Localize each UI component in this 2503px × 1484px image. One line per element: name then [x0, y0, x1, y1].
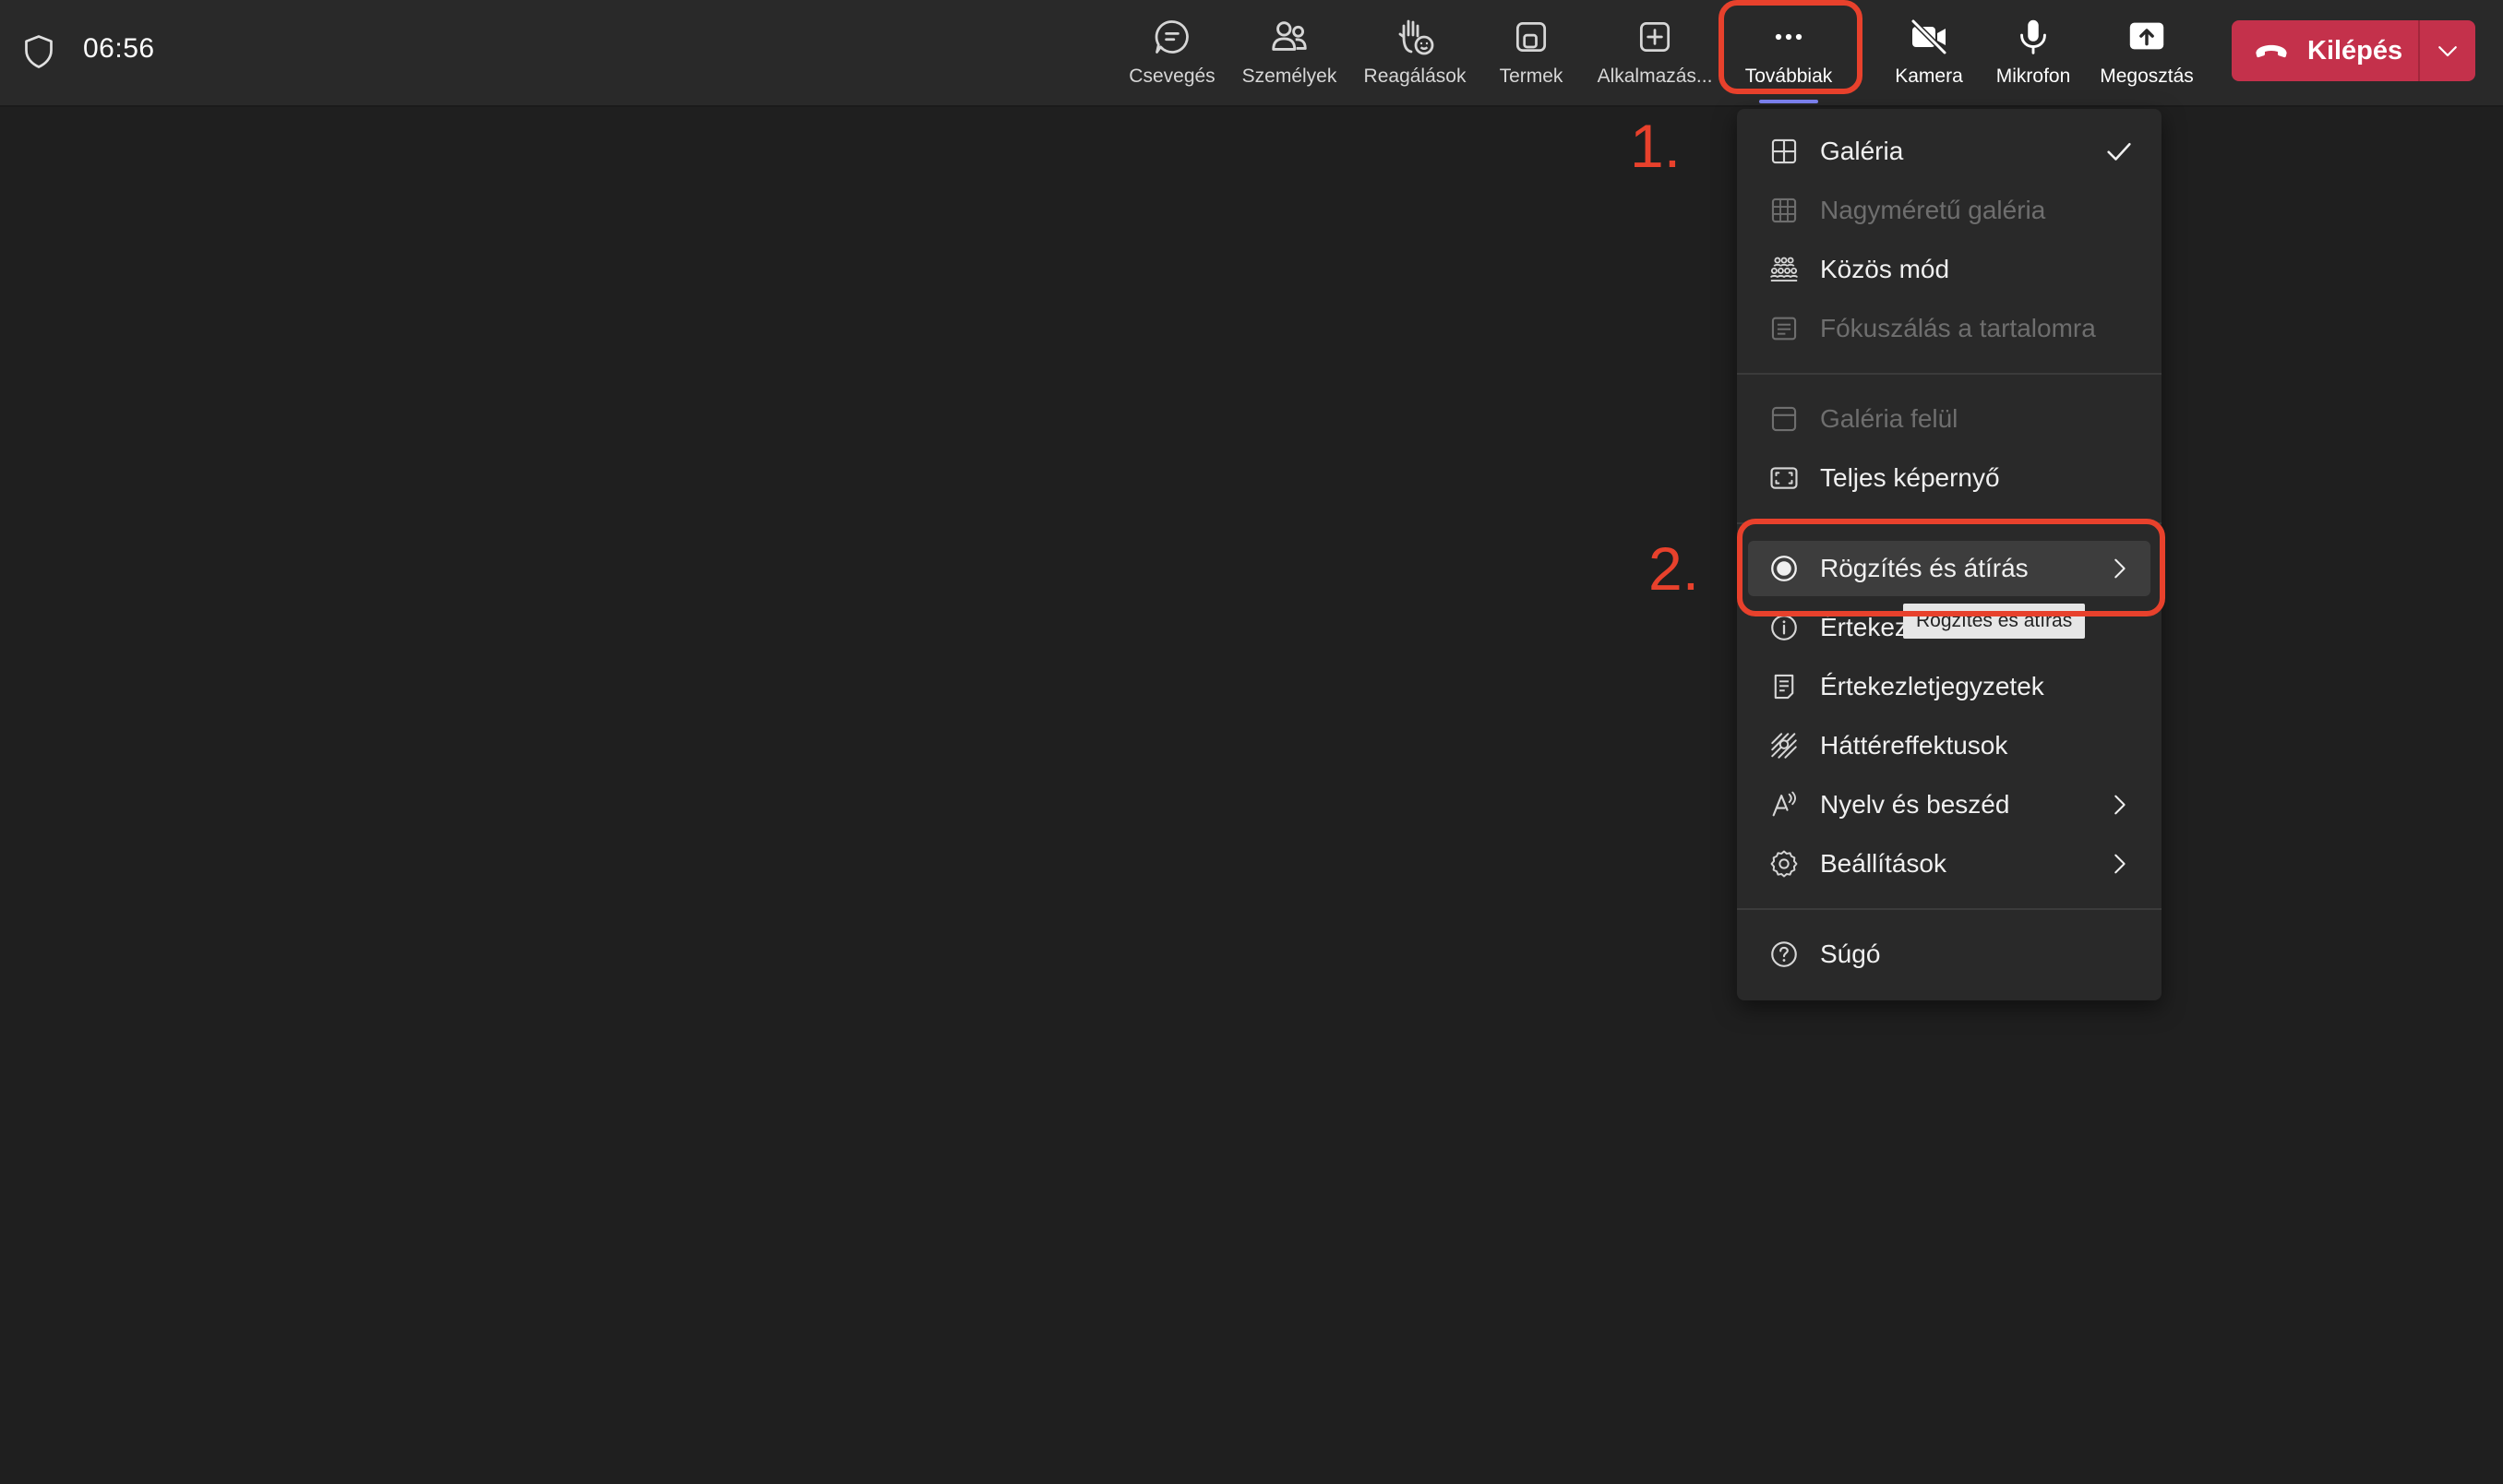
share-button[interactable]: Megosztás	[2091, 0, 2202, 107]
menu-item-large-gallery: Nagyméretű galéria	[1748, 183, 2150, 238]
menu-item-label: Rögzítés és átírás	[1820, 554, 2029, 582]
large-gallery-icon	[1766, 193, 1802, 228]
more-options-menu: Galéria Nagyméretű galéria Közös mód Fók…	[1737, 109, 2162, 1000]
more-label: Továbbiak	[1744, 66, 1833, 87]
menu-item-label: Beállítások	[1820, 849, 1946, 878]
record-icon	[1766, 551, 1802, 586]
menu-divider	[1737, 373, 2162, 375]
menu-divider	[1737, 908, 2162, 910]
active-tab-indicator	[1759, 100, 1818, 103]
menu-item-language-speech[interactable]: Nyelv és beszéd	[1748, 777, 2150, 832]
chevron-right-icon	[2102, 788, 2136, 821]
people-icon	[1267, 15, 1311, 59]
menu-item-label: Értekezletjegyzetek	[1820, 672, 2044, 700]
people-button[interactable]: Személyek	[1237, 0, 1342, 107]
rooms-icon	[1509, 15, 1553, 59]
menu-item-focus-content: Fókuszálás a tartalomra	[1748, 301, 2150, 356]
meeting-timer: 06:56	[83, 33, 155, 64]
apps-label: Alkalmazás...	[1597, 66, 1713, 87]
chevron-right-icon	[2102, 552, 2136, 585]
more-button[interactable]: Továbbiak	[1735, 0, 1842, 107]
annotation-step1-label: 1.	[1630, 112, 1682, 180]
menu-item-label: Értekez	[1820, 613, 1908, 641]
microphone-icon	[2011, 15, 2055, 59]
menu-item-label: Súgó	[1820, 939, 1881, 968]
language-icon	[1766, 787, 1802, 822]
menu-item-label: Galéria	[1820, 137, 1904, 165]
camera-off-icon	[1907, 15, 1951, 59]
leave-label: Kilépés	[2307, 35, 2403, 66]
leave-button-group: Kilépés	[2232, 20, 2475, 81]
share-label: Megosztás	[2100, 66, 2194, 87]
hang-up-icon	[2256, 44, 2287, 58]
menu-item-together-mode[interactable]: Közös mód	[1748, 242, 2150, 297]
background-effects-icon	[1766, 728, 1802, 763]
microphone-button[interactable]: Mikrofon	[1988, 0, 2078, 107]
leave-button[interactable]: Kilépés	[2232, 20, 2418, 81]
focus-content-icon	[1766, 311, 1802, 346]
chevron-right-icon	[2102, 847, 2136, 880]
menu-item-label: Fókuszálás a tartalomra	[1820, 314, 2096, 342]
menu-item-help[interactable]: Súgó	[1748, 927, 2150, 982]
full-screen-icon	[1766, 461, 1802, 496]
menu-item-label: Galéria felül	[1820, 404, 1958, 433]
notes-icon	[1766, 669, 1802, 704]
chat-button[interactable]: Csevegés	[1124, 0, 1220, 107]
reactions-button[interactable]: Reagálások	[1357, 0, 1473, 107]
menu-item-gallery-top: Galéria felül	[1748, 391, 2150, 447]
microphone-label: Mikrofon	[1995, 66, 2071, 87]
menu-item-label: Háttéreffektusok	[1820, 731, 2008, 760]
gallery-icon	[1766, 134, 1802, 169]
gear-icon	[1766, 846, 1802, 881]
menu-divider	[1737, 522, 2162, 524]
raise-hand-icon	[1393, 15, 1437, 59]
rooms-label: Termek	[1499, 66, 1563, 87]
reactions-label: Reagálások	[1363, 66, 1467, 87]
more-icon	[1766, 15, 1811, 59]
menu-item-gallery[interactable]: Galéria	[1748, 124, 2150, 179]
gallery-top-icon	[1766, 401, 1802, 437]
menu-item-meeting-notes[interactable]: Értekezletjegyzetek	[1748, 659, 2150, 714]
menu-item-label: Teljes képernyő	[1820, 463, 2000, 492]
meeting-toolbar: 06:56 Csevegés Személyek Reagálások Term…	[0, 0, 2503, 107]
menu-item-label: Nyelv és beszéd	[1820, 790, 2010, 819]
chevron-down-icon	[2438, 46, 2457, 57]
together-mode-icon	[1766, 252, 1802, 287]
shield-icon[interactable]	[22, 33, 55, 70]
leave-options-dropdown[interactable]	[2420, 20, 2475, 81]
menu-item-label: Közös mód	[1820, 255, 1950, 283]
rooms-button[interactable]: Termek	[1488, 0, 1575, 107]
add-app-icon	[1633, 15, 1677, 59]
camera-label: Kamera	[1895, 66, 1963, 87]
people-label: Személyek	[1241, 66, 1337, 87]
checkmark-icon	[2102, 135, 2136, 168]
apps-button[interactable]: Alkalmazás...	[1589, 0, 1720, 107]
menu-item-background-effects[interactable]: Háttéreffektusok	[1748, 718, 2150, 773]
menu-item-record-transcribe[interactable]: Rögzítés és átírás	[1748, 541, 2150, 596]
annotation-step2-label: 2.	[1648, 534, 1700, 603]
chat-label: Csevegés	[1129, 66, 1216, 87]
menu-item-settings[interactable]: Beállítások	[1748, 836, 2150, 892]
help-icon	[1766, 937, 1802, 972]
camera-button[interactable]: Kamera	[1883, 0, 1975, 107]
menu-item-full-screen[interactable]: Teljes képernyő	[1748, 450, 2150, 506]
menu-item-label: Nagyméretű galéria	[1820, 196, 2046, 224]
chat-icon	[1150, 15, 1194, 59]
share-icon	[2125, 15, 2169, 59]
tooltip: Rögzítés és átírás	[1903, 604, 2086, 639]
info-icon	[1766, 610, 1802, 645]
